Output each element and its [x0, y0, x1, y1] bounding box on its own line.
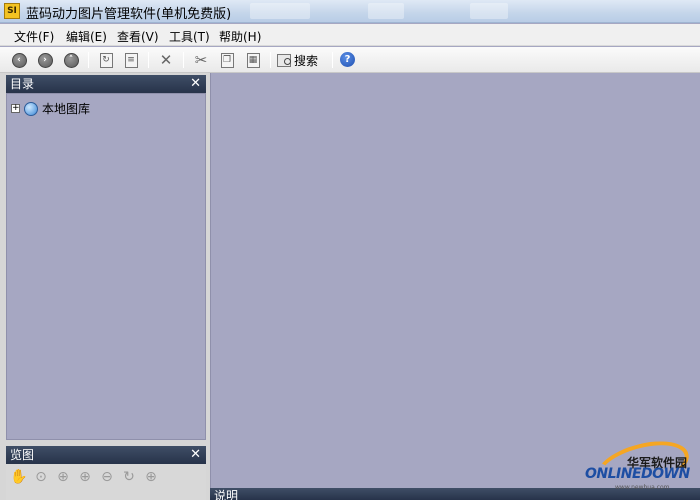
copy-button[interactable]: ❐ [217, 50, 237, 70]
menu-help[interactable]: 帮助(H) [219, 28, 261, 45]
toolbar-separator [88, 52, 89, 68]
watermark-url: www.newhua.com [615, 484, 670, 491]
toolbar-separator [183, 52, 184, 68]
zoom-fit-icon[interactable]: ⊙ [32, 468, 50, 486]
zoom-custom-icon[interactable]: ⊕ [142, 468, 160, 486]
toolbar: ‹ › ˄ ↻ ≡ ✕ ✂ ❐ ▦ 搜索 ? [0, 47, 700, 73]
directory-tree: + 本地图库 [6, 93, 206, 440]
menu-bar: 文件(F) 编辑(E) 查看(V) 工具(T) 帮助(H) [0, 24, 700, 46]
title-bar: SI 蓝码动力图片管理软件(单机免费版) [0, 0, 700, 23]
close-icon[interactable]: ✕ [190, 446, 201, 464]
background-tab [250, 3, 310, 19]
copy-icon: ❐ [220, 52, 234, 68]
cut-button[interactable]: ✂ [191, 50, 211, 70]
toolbar-separator [148, 52, 149, 68]
zoom-out-icon[interactable]: ⊖ [98, 468, 116, 486]
delete-icon: ✕ [159, 51, 173, 69]
forward-icon: › [37, 52, 53, 68]
thumbnail-view[interactable] [210, 73, 700, 488]
forward-button[interactable]: › [35, 50, 55, 70]
properties-icon: ≡ [124, 52, 138, 68]
background-tab [368, 3, 404, 19]
tree-item-label: 本地图库 [42, 102, 91, 116]
rotate-icon[interactable]: ↻ [120, 468, 138, 486]
help-icon[interactable]: ? [340, 52, 355, 67]
delete-button[interactable]: ✕ [156, 50, 176, 70]
directory-panel-header: 目录 ✕ [6, 75, 206, 93]
back-button[interactable]: ‹ [9, 50, 29, 70]
directory-panel-title: 目录 [10, 77, 35, 91]
expand-icon[interactable]: + [11, 104, 20, 113]
search-button[interactable]: 搜索 [277, 50, 318, 70]
pan-icon[interactable]: ✋ [10, 468, 28, 486]
menu-view[interactable]: 查看(V) [117, 28, 159, 45]
preview-panel-header: 览图 ✕ [6, 446, 206, 464]
watermark-en: ONLINEDOWN [585, 466, 690, 482]
preview-toolbar: ✋ ⊙ ⊕ ⊕ ⊖ ↻ ⊕ [6, 464, 206, 500]
back-icon: ‹ [11, 52, 27, 68]
app-icon: SI [4, 3, 20, 19]
up-button[interactable]: ˄ [61, 50, 81, 70]
description-panel-title: 说明 [214, 489, 239, 500]
cut-icon: ✂ [194, 51, 208, 69]
refresh-icon: ↻ [99, 52, 113, 68]
search-button-label: 搜索 [294, 53, 319, 68]
paste-button[interactable]: ▦ [243, 50, 263, 70]
zoom-in-icon[interactable]: ⊕ [76, 468, 94, 486]
preview-panel-title: 览图 [10, 448, 35, 462]
watermark-logo: 华军软件园 ONLINEDOWN www.newhua.com [585, 432, 697, 500]
menu-tools[interactable]: 工具(T) [169, 28, 210, 45]
tree-item-local-library[interactable]: + 本地图库 [11, 100, 90, 117]
close-icon[interactable]: ✕ [190, 75, 201, 93]
properties-button[interactable]: ≡ [121, 50, 141, 70]
toolbar-separator [332, 52, 333, 68]
refresh-button[interactable]: ↻ [96, 50, 116, 70]
menu-edit[interactable]: 编辑(E) [66, 28, 107, 45]
search-icon [277, 53, 291, 67]
window-title: 蓝码动力图片管理软件(单机免费版) [26, 7, 232, 22]
menu-file[interactable]: 文件(F) [14, 28, 54, 45]
background-tab [470, 3, 508, 19]
globe-icon [24, 101, 38, 116]
toolbar-separator [270, 52, 271, 68]
paste-icon: ▦ [246, 52, 260, 68]
up-icon: ˄ [63, 52, 79, 68]
zoom-actual-icon[interactable]: ⊕ [54, 468, 72, 486]
